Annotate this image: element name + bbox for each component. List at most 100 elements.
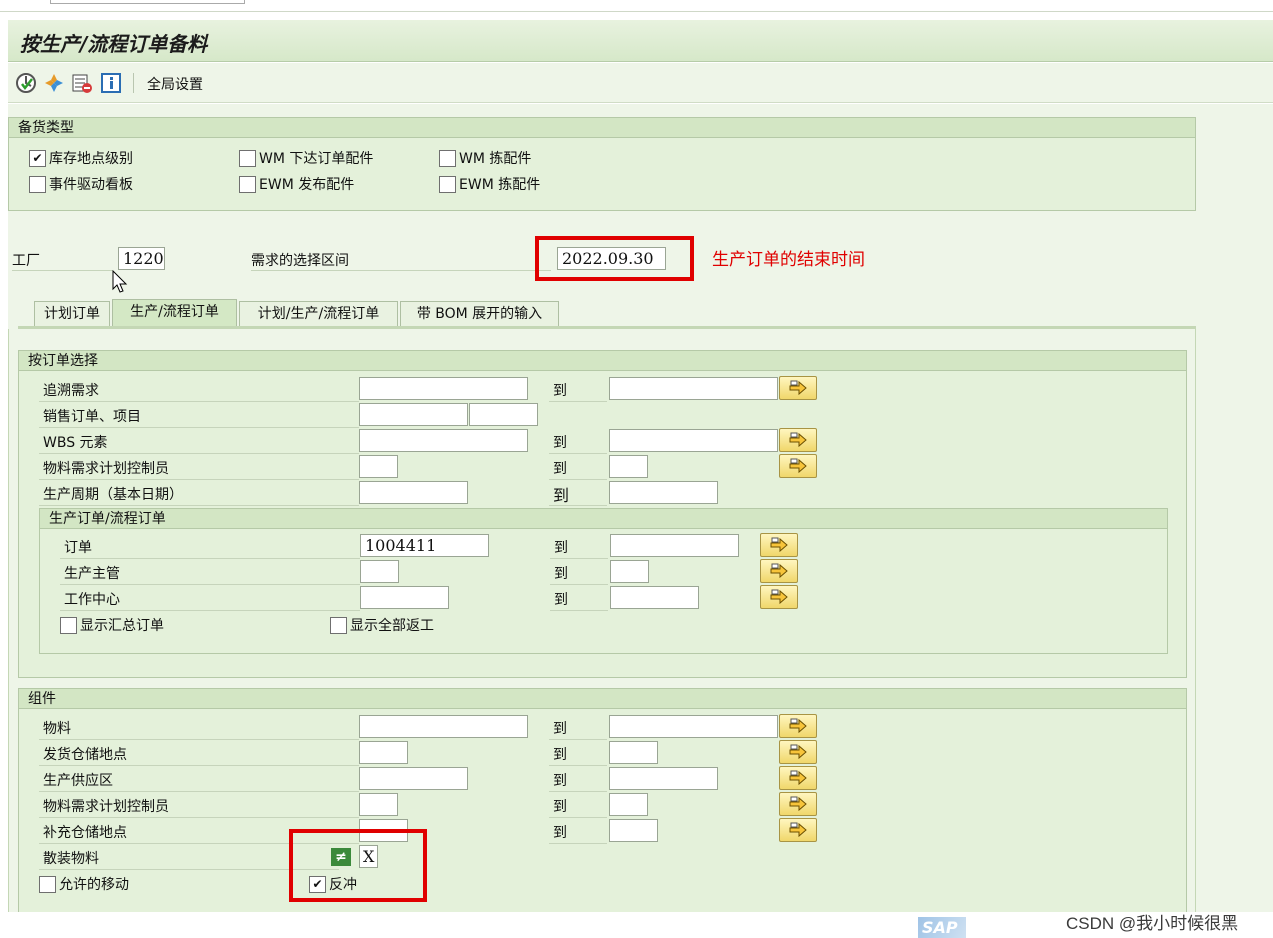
replenishment-storage-location-to[interactable]: [609, 819, 658, 842]
to-label: 到: [553, 799, 567, 815]
show-summary-orders-checkbox[interactable]: [60, 616, 77, 634]
wbs-element-from[interactable]: [359, 429, 528, 452]
find-icon[interactable]: [43, 72, 65, 94]
mrp-controller-from[interactable]: [359, 455, 398, 478]
row-divider: [39, 479, 359, 480]
work-center-to[interactable]: [610, 586, 699, 609]
multiple-selection-button[interactable]: [779, 818, 817, 842]
tab-planned-production-process-orders[interactable]: 计划/生产/流程订单: [239, 301, 398, 326]
option-label: EWM 拣配件: [459, 177, 541, 193]
variant-icon[interactable]: [71, 72, 93, 94]
option-wm-pick-parts[interactable]: WM 拣配件: [439, 148, 531, 168]
tab-panel: 按订单选择 追溯需求 到 销售订单、项目 WBS 元素 到 物料需求计划控制员: [8, 329, 1196, 914]
multiple-selection-button[interactable]: [779, 740, 817, 764]
option-wm-release-order-parts[interactable]: WM 下达订单配件: [239, 148, 373, 168]
option-label: 事件驱动看板: [49, 177, 133, 193]
allowed-movements-label: 允许的移动: [59, 877, 129, 893]
multiple-selection-button[interactable]: [779, 766, 817, 790]
to-label: 到: [553, 747, 567, 763]
row-divider: [60, 610, 360, 611]
component-mrp-controller-to[interactable]: [609, 793, 648, 816]
tab-planned-orders[interactable]: 计划订单: [34, 301, 110, 326]
multiple-selection-button[interactable]: [760, 559, 798, 583]
execute-icon[interactable]: [15, 72, 37, 94]
issue-storage-location-to[interactable]: [609, 741, 658, 764]
mouse-cursor-icon: [112, 269, 128, 298]
row-divider: [39, 401, 359, 402]
order-to[interactable]: [610, 534, 739, 557]
checkbox-storage-location-level[interactable]: ✔: [29, 149, 46, 167]
option-event-driven-kanban[interactable]: 事件驱动看板: [29, 174, 133, 194]
highlight-box-date: [535, 236, 694, 281]
to-label: 到: [553, 486, 570, 505]
multiple-selection-button[interactable]: [760, 585, 798, 609]
material-to[interactable]: [609, 715, 778, 738]
allowed-movements-checkbox[interactable]: [39, 875, 56, 893]
production-supervisor-to[interactable]: [610, 560, 649, 583]
sales-order-field[interactable]: [359, 403, 468, 426]
plant-field[interactable]: 1220: [118, 247, 165, 270]
checkbox-ewm-pick-parts[interactable]: [439, 175, 456, 193]
component-mrp-controller-from[interactable]: [359, 793, 398, 816]
sales-order-item-field[interactable]: [469, 403, 538, 426]
option-ewm-pick-parts[interactable]: EWM 拣配件: [439, 174, 540, 194]
checkbox-wm-release-order-parts[interactable]: [239, 149, 256, 167]
issue-storage-location-from[interactable]: [359, 741, 408, 764]
to-label: 到: [553, 383, 567, 399]
mrp-controller-to[interactable]: [609, 455, 648, 478]
to-label: 到: [554, 566, 568, 582]
global-settings-button[interactable]: 全局设置: [147, 74, 203, 94]
info-icon[interactable]: [100, 72, 122, 94]
tab-production-process-orders[interactable]: 生产/流程订单: [112, 299, 237, 326]
row-divider: [39, 739, 359, 740]
checkbox-event-driven-kanban[interactable]: [29, 175, 46, 193]
plant-label: 工厂: [12, 253, 40, 269]
show-all-rework-label: 显示全部返工: [350, 618, 434, 634]
row-divider: [549, 453, 607, 454]
to-label: 到: [554, 592, 568, 608]
supply-area-to[interactable]: [609, 767, 718, 790]
supply-area-from[interactable]: [359, 767, 468, 790]
to-label: 到: [554, 540, 568, 556]
row-divider: [12, 270, 112, 271]
tab-bom-explosion-input[interactable]: 带 BOM 展开的输入: [400, 301, 559, 326]
multiple-selection-button[interactable]: [779, 376, 817, 400]
checkbox-ewm-release-parts[interactable]: [239, 175, 256, 193]
field-label-order: 订单: [64, 540, 92, 556]
show-all-rework-option[interactable]: 显示全部返工: [330, 615, 434, 635]
pegged-requirement-to[interactable]: [609, 377, 778, 400]
multiple-selection-button[interactable]: [779, 428, 817, 452]
row-divider: [39, 505, 359, 506]
option-storage-location-level[interactable]: ✔ 库存地点级别: [29, 148, 133, 168]
to-label: 到: [553, 435, 567, 451]
checkbox-wm-pick-parts[interactable]: [439, 149, 456, 167]
command-field[interactable]: [50, 0, 245, 4]
field-label-work-center: 工作中心: [64, 592, 120, 608]
watermark: CSDN @我小时候很黑: [1066, 914, 1239, 933]
show-summary-orders-option[interactable]: 显示汇总订单: [60, 615, 164, 635]
multiple-selection-button[interactable]: [779, 454, 817, 478]
row-divider: [39, 817, 359, 818]
staging-type-group: 备货类型 ✔ 库存地点级别 WM 下达订单配件 WM 拣配件 事件驱动看板 EW…: [8, 117, 1196, 211]
multiple-selection-button[interactable]: [779, 714, 817, 738]
toolbar-separator: [133, 73, 134, 93]
order-from[interactable]: 1004411: [360, 534, 489, 557]
production-period-to[interactable]: [609, 481, 718, 504]
production-period-from[interactable]: [359, 481, 468, 504]
multiple-selection-button[interactable]: [760, 533, 798, 557]
row-divider: [549, 505, 607, 506]
option-label: WM 下达订单配件: [259, 151, 374, 167]
pegged-requirement-from[interactable]: [359, 377, 528, 400]
option-ewm-release-parts[interactable]: EWM 发布配件: [239, 174, 354, 194]
work-center-from[interactable]: [360, 586, 449, 609]
material-from[interactable]: [359, 715, 528, 738]
multiple-selection-button[interactable]: [779, 792, 817, 816]
allowed-movements-option[interactable]: 允许的移动: [39, 874, 129, 894]
page-title: 按生产/流程订单备料: [20, 32, 208, 56]
row-divider: [39, 791, 359, 792]
to-label: 到: [553, 721, 567, 737]
show-all-rework-checkbox[interactable]: [330, 616, 347, 634]
production-supervisor-from[interactable]: [360, 560, 399, 583]
wbs-element-to[interactable]: [609, 429, 778, 452]
requirement-interval-label: 需求的选择区间: [251, 253, 349, 269]
